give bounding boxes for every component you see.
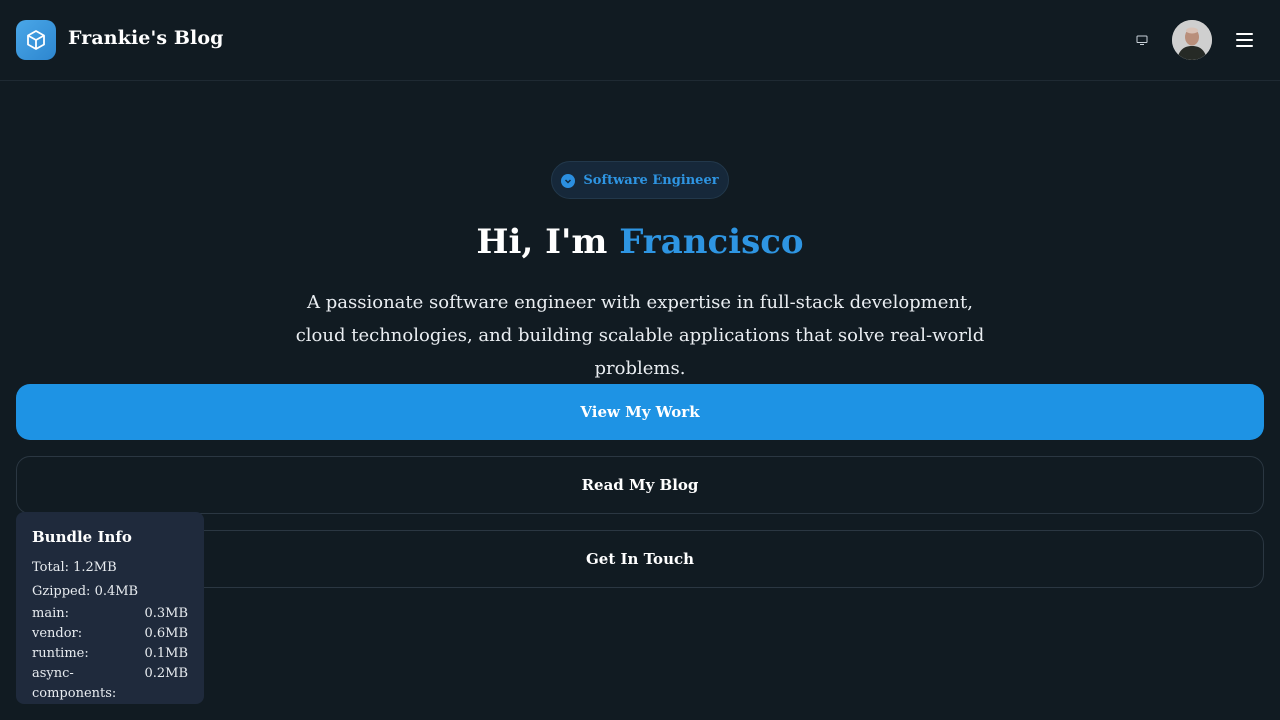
role-badge-label: Software Engineer [583,172,719,188]
chunk-name: runtime: [32,646,89,661]
hero-description: A passionate software engineer with expe… [295,292,985,379]
bundle-info-panel: Bundle Info Total: 1.2MB Gzipped: 0.4MB … [16,512,204,704]
hero-title-name: Francisco [619,222,804,262]
read-my-blog-button[interactable]: Read My Blog [16,456,1264,514]
bundle-chunk-row: async-components: 0.2MB [32,664,188,701]
cube-icon [27,30,45,50]
hero-title: Hi, I'm Francisco [0,220,1280,264]
user-photo-icon [1172,20,1212,60]
site-header: Frankie's Blog [0,0,1280,81]
chunk-size: 0.6MB [144,626,188,641]
logo[interactable] [16,20,56,60]
chevron-down-icon [561,174,576,188]
chunk-name: main: [32,606,69,621]
bundle-chunk-row: runtime: 0.1MB [32,644,188,664]
theme-toggle-button[interactable] [1132,30,1152,50]
bundle-chunk-row: main: 0.3MB [32,604,188,624]
hamburger-icon-line [1235,45,1253,47]
chunk-size: 0.3MB [144,606,188,621]
bundle-gzipped: Gzipped: 0.4MB [32,584,139,599]
bundle-total: Total: 1.2MB [32,560,117,575]
chunk-name: vendor: [32,626,83,641]
menu-button[interactable] [1232,28,1256,52]
hamburger-icon-line [1235,39,1253,41]
bundle-chunk-row: vendor: 0.6MB [32,624,188,644]
monitor-icon [1136,35,1148,45]
chunk-name: async-components: [32,666,117,701]
bundle-info-title: Bundle Info [32,528,132,546]
hero-title-prefix: Hi, I'm [476,222,620,262]
chunk-size: 0.2MB [144,666,188,681]
hamburger-icon-line [1235,33,1253,35]
chunk-size: 0.1MB [144,646,188,661]
site-title[interactable]: Frankie's Blog [68,27,224,49]
view-my-work-button[interactable]: View My Work [16,384,1264,440]
avatar[interactable] [1172,20,1212,60]
role-badge: Software Engineer [551,161,729,199]
